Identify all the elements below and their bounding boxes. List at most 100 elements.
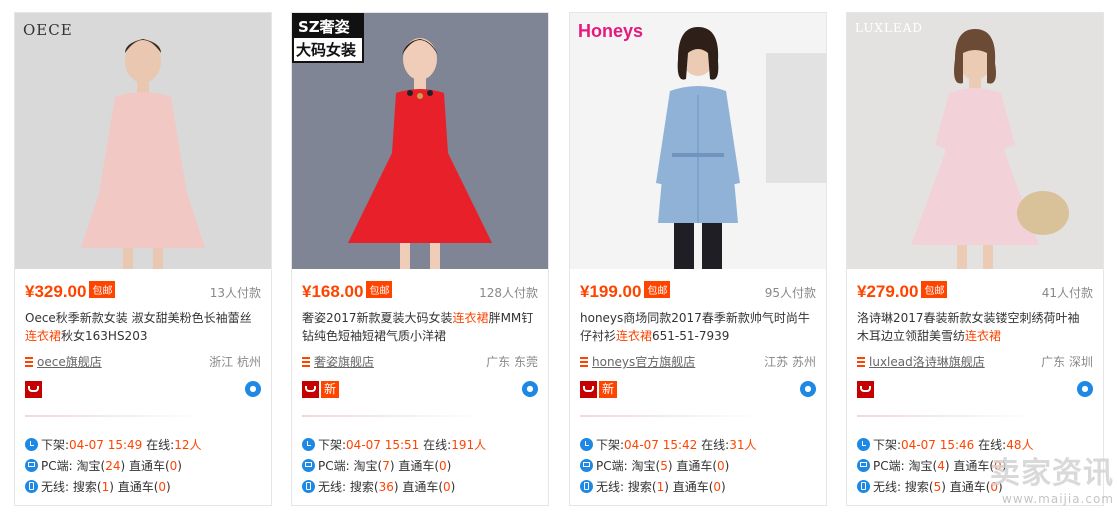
location: 江苏 苏州 xyxy=(764,355,816,369)
product-card[interactable]: OECE ¥329.00 包邮 13人付款 Oece秋季新款女装 淑女甜美粉色长袖… xyxy=(14,12,272,506)
wireless-stat: 无线: 搜索(1) 直通车(0) xyxy=(25,477,265,498)
wangwang-chat-icon[interactable]: ● xyxy=(800,381,816,397)
stat-label: PC端: xyxy=(41,459,73,473)
mobile-icon xyxy=(302,480,315,493)
shop-row: oece旗舰店 浙江 杭州 xyxy=(25,353,261,371)
product-title[interactable]: 洛诗琳2017春装新款女装镂空刺绣荷叶袖 木耳边立领甜美雪纺连衣裙 xyxy=(857,309,1095,347)
stat-label: ) 直通车( xyxy=(667,459,718,473)
location: 广东 深圳 xyxy=(1041,355,1093,369)
watermark: 卖家资讯 www.maijia.com xyxy=(964,456,1114,512)
stat-label: ) 直通车( xyxy=(664,480,714,494)
shop-icon xyxy=(302,357,310,367)
stats-panel: 下架:04-07 15:51 在线:191人 PC端: 淘宝(7) 直通车(0)… xyxy=(302,435,542,498)
wireless-ztc-count: 0 xyxy=(443,480,451,494)
wangwang-chat-icon[interactable]: ● xyxy=(522,381,538,397)
stat-label: ) xyxy=(177,459,182,473)
offline-time: 04-07 15:51 xyxy=(346,438,420,452)
divider xyxy=(570,409,826,433)
product-photo[interactable]: SZ奢姿 大码女装 xyxy=(292,13,548,269)
shop-link[interactable]: honeys官方旗舰店 xyxy=(592,355,695,369)
tmall-icon xyxy=(25,381,42,398)
new-badge: 新 xyxy=(321,381,340,398)
title-text: 秋女163HS203 xyxy=(61,329,148,343)
stat-label: 下架: xyxy=(318,438,347,452)
shop-link[interactable]: luxlead洛诗琳旗舰店 xyxy=(869,355,985,369)
product-photo[interactable]: Honeys xyxy=(570,13,826,269)
brand-logo: OECE xyxy=(23,21,73,39)
shop-icon xyxy=(857,357,865,367)
product-title[interactable]: honeys商场同款2017春季新款帅气时尚牛仔衬衫连衣裙651-51-7939 xyxy=(580,309,818,347)
price: ¥329.00 xyxy=(25,282,87,301)
brand-logo: SZ奢姿 大码女装 xyxy=(292,13,364,63)
clock-icon xyxy=(580,438,593,451)
stat-label: ) 直通车( xyxy=(393,480,444,494)
offline-time: 04-07 15:46 xyxy=(901,438,975,452)
stat-label: 下架: xyxy=(41,438,70,452)
stat-label: 无线: xyxy=(596,480,625,494)
price-row: ¥168.00 包邮 128人付款 xyxy=(302,281,538,303)
paid-count: 41人付款 xyxy=(1041,286,1093,300)
product-title[interactable]: 奢姿2017新款夏装大码女装连衣裙胖MM钉钻纯色短袖短裙气质小洋裙 xyxy=(302,309,540,347)
shop-row: luxlead洛诗琳旗舰店 广东 深圳 xyxy=(857,353,1093,371)
clock-icon xyxy=(857,438,870,451)
stat-label: 无线: xyxy=(41,480,70,494)
stat-label: PC端: xyxy=(318,459,350,473)
new-badge: 新 xyxy=(599,381,618,398)
pc-taobao-count: 24 xyxy=(105,459,121,473)
divider-line xyxy=(302,415,482,417)
location: 广东 东莞 xyxy=(486,355,538,369)
price: ¥279.00 xyxy=(857,282,919,301)
stat-label: ) xyxy=(166,480,171,494)
offline-time: 04-07 15:42 xyxy=(624,438,698,452)
product-card[interactable]: LUXLEAD ¥279.00 包邮 41人付款 洛诗琳2017春装新款女装镂空刺… xyxy=(846,12,1104,506)
price-row: ¥199.00 包邮 95人付款 xyxy=(580,281,816,303)
pc-icon xyxy=(302,459,315,472)
free-shipping-badge: 包邮 xyxy=(644,281,671,298)
badge-row: ● xyxy=(857,381,1093,401)
online-count: 31人 xyxy=(729,438,757,452)
mobile-icon xyxy=(25,480,38,493)
wireless-search-count: 36 xyxy=(378,480,394,494)
pc-taobao-count: 7 xyxy=(382,459,390,473)
badge-row: ● xyxy=(25,381,261,401)
stat-label: 在线: xyxy=(978,438,1007,452)
pc-icon xyxy=(25,459,38,472)
stat-label: 下架: xyxy=(596,438,625,452)
product-photo[interactable]: OECE xyxy=(15,13,271,269)
stats-panel: 下架:04-07 15:49 在线:12人 PC端: 淘宝(24) 直通车(0)… xyxy=(25,435,265,498)
wireless-ztc-count: 0 xyxy=(158,480,167,494)
online-count: 48人 xyxy=(1006,438,1034,452)
free-shipping-badge: 包邮 xyxy=(89,281,116,298)
free-shipping-badge: 包邮 xyxy=(921,281,948,298)
price: ¥199.00 xyxy=(580,282,642,301)
offline-time: 04-07 15:49 xyxy=(69,438,143,452)
product-title[interactable]: Oece秋季新款女装 淑女甜美粉色长袖蕾丝连衣裙秋女163HS203 xyxy=(25,309,263,347)
title-keyword: 连衣裙 xyxy=(616,329,653,343)
online-count: 12人 xyxy=(174,438,202,452)
shop-link[interactable]: 奢姿旗舰店 xyxy=(314,355,374,369)
divider xyxy=(292,409,548,433)
product-card[interactable]: Honeys ¥199.00 包邮 95人付款 honeys商场同款2017春季新… xyxy=(569,12,827,506)
pc-taobao-count: 5 xyxy=(660,459,668,473)
stat-label: 在线: xyxy=(701,438,730,452)
wangwang-chat-icon[interactable]: ● xyxy=(245,381,261,397)
stats-panel: 下架:04-07 15:42 在线:31人 PC端: 淘宝(5) 直通车(0) … xyxy=(580,435,820,498)
shop-icon xyxy=(25,357,33,367)
shop-row: honeys官方旗舰店 江苏 苏州 xyxy=(580,353,816,371)
wangwang-chat-icon[interactable]: ● xyxy=(1077,381,1093,397)
product-card[interactable]: SZ奢姿 大码女装 ¥168.00 包邮 128人付款 奢姿2017新款夏装大码女装… xyxy=(291,12,549,506)
stat-label: ) xyxy=(721,480,726,494)
pc-icon xyxy=(580,459,593,472)
stat-label: 搜索( xyxy=(904,480,934,494)
wireless-ztc-count: 0 xyxy=(713,480,722,494)
product-photo[interactable]: LUXLEAD xyxy=(847,13,1103,269)
location: 浙江 杭州 xyxy=(209,355,261,369)
watermark-url: www.maijia.com xyxy=(1002,492,1114,506)
stat-label: 在线: xyxy=(423,438,452,452)
stat-label: 搜索( xyxy=(72,480,102,494)
mobile-icon xyxy=(857,480,870,493)
shop-link[interactable]: oece旗舰店 xyxy=(37,355,102,369)
stat-label: ) xyxy=(724,459,730,473)
online-count: 191人 xyxy=(451,438,487,452)
title-text: 奢姿2017新款夏装大码女装 xyxy=(302,311,453,325)
